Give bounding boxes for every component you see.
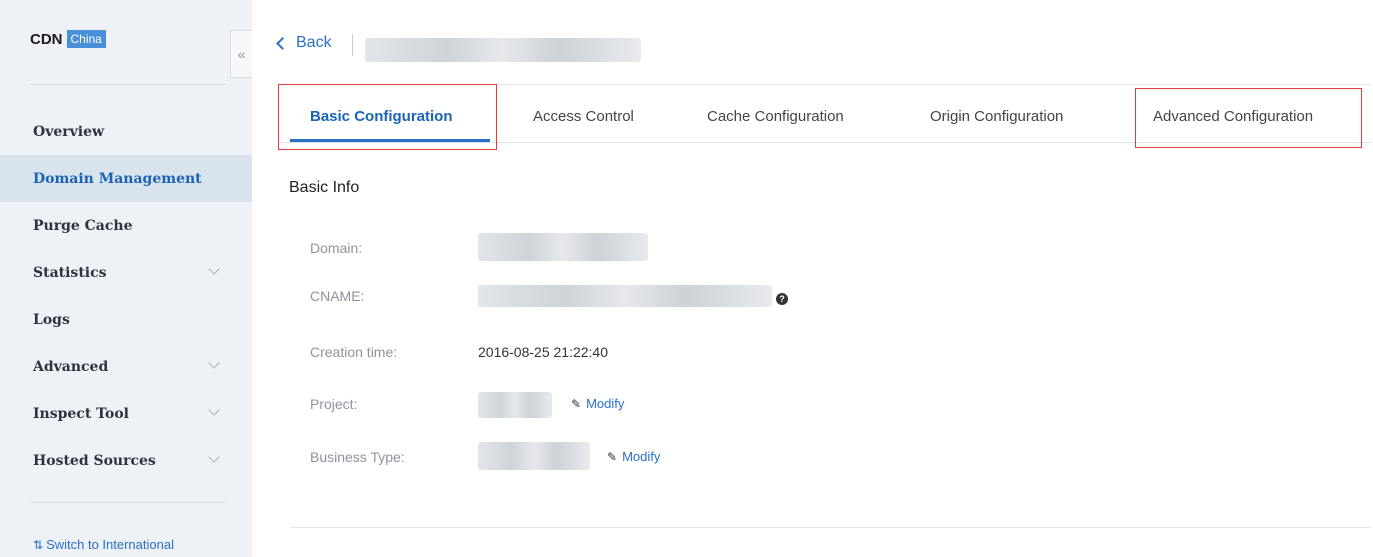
sidebar-divider (30, 502, 226, 503)
sidebar-item-label: Overview (33, 123, 105, 140)
sidebar-item-label: Inspect Tool (33, 405, 129, 422)
business-type-label: Business Type: (310, 449, 405, 465)
modify-label: Modify (586, 396, 625, 411)
chevron-down-icon (208, 451, 220, 463)
sidebar-item-inspect-tool[interactable]: Inspect Tool (0, 390, 252, 437)
title-separator (352, 34, 353, 56)
redacted-domain-title (365, 38, 641, 62)
sidebar: CDN China « Overview Domain Management P… (0, 0, 252, 557)
modify-project-button[interactable]: ✎ Modify (571, 396, 624, 411)
chevron-down-icon (208, 357, 220, 369)
sidebar-item-label: Advanced (33, 358, 109, 375)
chevron-down-icon (208, 404, 220, 416)
creation-time-value: 2016-08-25 21:22:40 (478, 344, 608, 360)
tab-origin-configuration[interactable]: Origin Configuration (930, 108, 1063, 125)
sidebar-item-hosted-sources[interactable]: Hosted Sources (0, 437, 252, 484)
brand-name: CDN (30, 30, 63, 48)
pencil-icon: ✎ (607, 449, 618, 464)
sidebar-item-domain-management[interactable]: Domain Management (0, 155, 252, 202)
back-button[interactable]: Back (276, 34, 332, 52)
switch-region-link[interactable]: ⇅ Switch to International (33, 537, 174, 552)
region-badge: China (66, 30, 106, 48)
sidebar-item-label: Hosted Sources (33, 452, 156, 469)
highlight-box-basic-configuration (278, 84, 497, 150)
creation-time-label: Creation time: (310, 344, 398, 360)
sidebar-item-purge-cache[interactable]: Purge Cache (0, 202, 252, 249)
collapse-sidebar-icon[interactable]: « (230, 30, 252, 78)
highlight-box-advanced-configuration (1135, 88, 1362, 148)
sidebar-nav: Overview Domain Management Purge Cache S… (0, 108, 252, 484)
section-title: Basic Info (289, 179, 360, 196)
chevron-down-icon (208, 263, 220, 275)
project-label: Project: (310, 396, 358, 412)
chevron-left-icon (276, 37, 289, 50)
sidebar-item-label: Domain Management (33, 170, 202, 187)
redacted-business-type-value (478, 442, 590, 470)
sidebar-item-label: Purge Cache (33, 217, 133, 234)
sidebar-item-statistics[interactable]: Statistics (0, 249, 252, 296)
redacted-cname-value (478, 285, 772, 307)
domain-label: Domain: (310, 240, 363, 256)
content-divider (290, 527, 1371, 528)
sidebar-item-advanced[interactable]: Advanced (0, 343, 252, 390)
switch-icon: ⇅ (33, 537, 44, 552)
pencil-icon: ✎ (571, 396, 582, 411)
tab-access-control[interactable]: Access Control (533, 108, 634, 125)
cname-label: CNAME: (310, 288, 365, 304)
back-label: Back (296, 34, 332, 51)
brand: CDN China (30, 30, 106, 48)
help-icon[interactable]: ? (776, 293, 788, 305)
redacted-project-value (478, 392, 552, 418)
modify-label: Modify (622, 449, 661, 464)
sidebar-item-label: Statistics (33, 264, 107, 281)
modify-business-type-button[interactable]: ✎ Modify (607, 449, 660, 464)
sidebar-item-logs[interactable]: Logs (0, 296, 252, 343)
tab-cache-configuration[interactable]: Cache Configuration (707, 108, 844, 125)
redacted-domain-value (478, 233, 648, 261)
switch-region-label: Switch to International (46, 537, 174, 552)
sidebar-item-overview[interactable]: Overview (0, 108, 252, 155)
sidebar-divider (30, 84, 226, 85)
sidebar-item-label: Logs (33, 311, 70, 328)
